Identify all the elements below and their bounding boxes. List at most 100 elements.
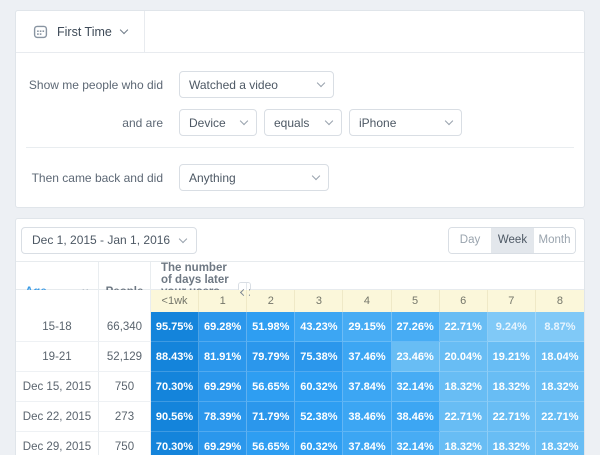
granularity-week-button[interactable]: Week: [491, 228, 533, 253]
retention-cell: 56.65%: [247, 372, 295, 402]
row-label: Dec 15, 2015: [16, 372, 99, 402]
event-select[interactable]: Watched a video: [179, 71, 334, 98]
retention-cell: 38.46%: [392, 402, 440, 432]
filter-divider: [26, 147, 574, 148]
retention-cell: 22.71%: [440, 402, 488, 432]
retention-cell: 18.32%: [536, 372, 584, 402]
age-column-spacer: [16, 290, 99, 312]
retention-cell: 9.24%: [488, 312, 536, 342]
period-header-cell: 4: [343, 290, 391, 312]
retention-cell: 18.04%: [536, 342, 584, 372]
retention-cell: 71.79%: [247, 402, 295, 432]
granularity-month-button[interactable]: Month: [533, 228, 575, 253]
retention-panel: Dec 1, 2015 - Jan 1, 2016 DayWeekMonth A…: [15, 218, 585, 455]
retention-cell: 52.38%: [295, 402, 343, 432]
retention-cell: 60.32%: [295, 432, 343, 455]
table-row: Dec 22, 201527390.56%78.39%71.79%52.38%3…: [16, 402, 584, 432]
retention-cell: 38.46%: [343, 402, 391, 432]
filter-row-and-are: and are Device equals iPhone: [16, 109, 584, 136]
retention-cell: 18.32%: [440, 432, 488, 455]
table-row: Dec 15, 201575070.30%69.29%56.65%60.32%3…: [16, 372, 584, 402]
operator-select[interactable]: equals: [264, 109, 342, 136]
retention-cell: 22.71%: [488, 402, 536, 432]
retention-cell: 37.84%: [343, 372, 391, 402]
table-body: 15-1866,34095.75%69.28%51.98%43.23%29.15…: [16, 312, 584, 455]
return-event-select[interactable]: Anything: [179, 164, 329, 191]
show-me-label: Show me people who did: [16, 78, 163, 92]
date-range-button[interactable]: Dec 1, 2015 - Jan 1, 2016: [21, 227, 197, 254]
chevron-down-icon: [240, 117, 248, 125]
filters-section: Show me people who did Watched a video a…: [16, 53, 584, 191]
period-header-cell: 7: [488, 290, 536, 312]
filter-panel-header: First Time: [16, 11, 584, 53]
period-header-cell: 3: [295, 290, 343, 312]
row-people: 273: [99, 402, 151, 432]
retention-cell: 60.32%: [295, 372, 343, 402]
retention-cell: 78.39%: [199, 402, 247, 432]
period-header-cell: 2: [247, 290, 295, 312]
period-header-cell: 6: [440, 290, 488, 312]
event-select-value: Watched a video: [189, 78, 278, 92]
calendar-icon: [33, 24, 48, 39]
retention-cell: 18.32%: [488, 432, 536, 455]
period-header-cell: 8: [536, 290, 584, 312]
chevron-down-icon: [445, 117, 453, 125]
retention-cell: 43.23%: [295, 312, 343, 342]
retention-cell: 18.32%: [488, 372, 536, 402]
retention-cell: 32.14%: [392, 372, 440, 402]
date-range-label: Dec 1, 2015 - Jan 1, 2016: [32, 233, 170, 247]
property-select[interactable]: Device: [179, 109, 257, 136]
chevron-down-icon: [317, 79, 325, 87]
retention-cell: 32.14%: [392, 432, 440, 455]
retention-cell: 22.71%: [440, 312, 488, 342]
retention-cell: 81.91%: [199, 342, 247, 372]
retention-cell: 79.79%: [247, 342, 295, 372]
retention-cell: 90.56%: [151, 402, 199, 432]
retention-cell: 19.21%: [488, 342, 536, 372]
period-header-cell: <1wk: [151, 290, 199, 312]
table-row: 15-1866,34095.75%69.28%51.98%43.23%29.15…: [16, 312, 584, 342]
granularity-toggle: DayWeekMonth: [448, 227, 576, 254]
first-time-tab-label: First Time: [57, 25, 112, 39]
table-row: Dec 29, 201575070.30%69.29%56.65%60.32%3…: [16, 432, 584, 455]
retention-cell: 37.84%: [343, 432, 391, 455]
retention-cell: 22.71%: [536, 402, 584, 432]
filter-row-show-me: Show me people who did Watched a video: [16, 71, 584, 98]
retention-cell: 37.46%: [343, 342, 391, 372]
retention-cell: 29.15%: [343, 312, 391, 342]
property-select-value: Device: [189, 116, 226, 130]
period-header-cell: 5: [392, 290, 440, 312]
granularity-day-button[interactable]: Day: [449, 228, 491, 253]
row-people: 52,129: [99, 342, 151, 372]
retention-cell: 70.30%: [151, 372, 199, 402]
people-column-spacer: [99, 290, 151, 312]
table-row: 19-2152,12988.43%81.91%79.79%75.38%37.46…: [16, 342, 584, 372]
row-label: 15-18: [16, 312, 99, 342]
retention-cell: 88.43%: [151, 342, 199, 372]
period-header-row: <1wk12345678: [16, 290, 584, 312]
row-label: Dec 29, 2015: [16, 432, 99, 455]
row-people: 66,340: [99, 312, 151, 342]
retention-toolbar: Dec 1, 2015 - Jan 1, 2016 DayWeekMonth: [16, 219, 584, 261]
row-label: 19-21: [16, 342, 99, 372]
retention-report-page: First Time Show me people who did Watche…: [0, 0, 600, 455]
row-people: 750: [99, 432, 151, 455]
retention-table: Age ✕ People The number of days later yo…: [16, 261, 584, 455]
value-select[interactable]: iPhone: [349, 109, 462, 136]
retention-cell: 20.04%: [440, 342, 488, 372]
row-label: Dec 22, 2015: [16, 402, 99, 432]
value-select-value: iPhone: [359, 116, 396, 130]
first-time-tab[interactable]: First Time: [16, 11, 145, 52]
retention-cell: 69.29%: [199, 372, 247, 402]
chevron-down-icon: [179, 234, 187, 242]
return-event-select-value: Anything: [189, 171, 236, 185]
chevron-down-icon: [325, 117, 333, 125]
row-people: 750: [99, 372, 151, 402]
retention-cell: 75.38%: [295, 342, 343, 372]
and-are-label: and are: [16, 116, 163, 130]
operator-select-value: equals: [274, 116, 309, 130]
retention-cell: 8.87%: [536, 312, 584, 342]
table-header-row: Age ✕ People The number of days later yo…: [16, 262, 584, 290]
retention-cell: 69.28%: [199, 312, 247, 342]
retention-cell: 27.26%: [392, 312, 440, 342]
